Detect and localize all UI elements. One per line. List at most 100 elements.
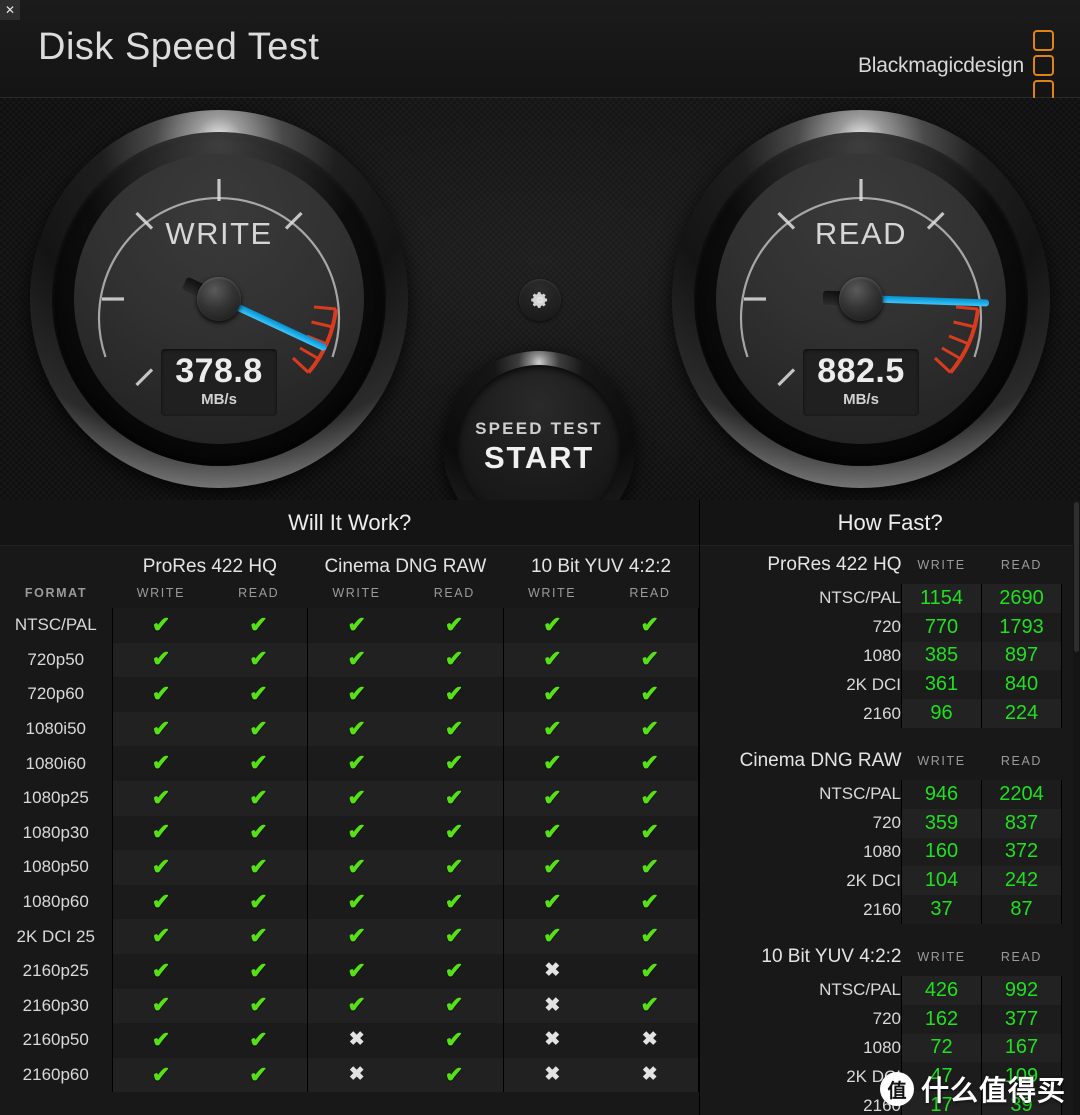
table-row: 2160p60 ✔ ✔ ✖ ✔ ✖ ✖ (0, 1057, 700, 1093)
table-row: 1080p60 ✔ ✔ ✔ ✔ ✔ ✔ (0, 884, 700, 920)
check-icon: ✔ (543, 715, 562, 741)
how-fast-write-value: 162 (901, 1004, 982, 1034)
format-label: 2K DCI 25 (16, 926, 95, 946)
scrollbar-thumb[interactable] (1074, 502, 1079, 652)
check-icon: ✔ (151, 923, 171, 949)
how-fast-format-label: 2K DCI (846, 674, 901, 694)
support-check-cell: ✔ (502, 711, 601, 747)
write-needle-hub (197, 277, 241, 321)
yuv-write-header: WRITE (527, 586, 577, 600)
support-check-cell: ✔ (405, 746, 504, 781)
how-fast-group-header: ProRes 422 HQ WRITE READ (718, 546, 1061, 584)
support-check-cell: ✔ (405, 988, 504, 1024)
will-it-work-panel: Will It Work? ProRes 422 HQ Cinema DNG R… (0, 500, 701, 1115)
how-fast-write-value: 104 (901, 866, 982, 896)
support-check-cell: ✔ (209, 815, 309, 851)
support-check-cell: ✔ (307, 953, 406, 989)
check-icon: ✔ (249, 784, 268, 810)
gear-icon (531, 292, 548, 308)
how-fast-tbody: ProRes 422 HQ WRITE READ NTSC/PAL 1154 2690 72… (718, 546, 1062, 1115)
support-check-cell: ✔ (209, 988, 309, 1024)
check-icon: ✔ (444, 923, 464, 949)
support-check-cell: ✔ (111, 815, 210, 851)
support-check-cell: ✔ (502, 884, 601, 920)
how-fast-read-value: 2690 (981, 584, 1062, 613)
write-readout: 378.8 MB/s (161, 349, 277, 416)
how-fast-write-value: 426 (901, 975, 982, 1005)
support-check-cell: ✔ (209, 608, 309, 643)
support-cross-cell: ✖ (502, 1057, 601, 1093)
check-icon: ✔ (249, 888, 268, 914)
disk-speed-test-window: ✕ Disk Speed Test Blackmagicdesign WRITE… (0, 0, 1080, 1115)
check-icon: ✔ (640, 750, 659, 776)
how-fast-read-value: 39 (981, 1091, 1062, 1115)
support-check-cell: ✔ (405, 953, 504, 989)
format-label: 720p50 (27, 649, 85, 669)
support-check-cell: ✔ (111, 850, 210, 885)
support-check-cell: ✔ (502, 746, 601, 781)
support-check-cell: ✔ (111, 884, 210, 920)
support-check-cell: ✔ (209, 953, 309, 989)
format-label: 2160p30 (22, 995, 89, 1015)
format-label: 1080p60 (22, 892, 89, 912)
check-icon: ✔ (640, 923, 659, 949)
check-icon: ✔ (347, 784, 366, 810)
check-icon: ✔ (543, 680, 562, 706)
support-check-cell: ✔ (405, 1023, 504, 1058)
read-unit: MB/s (843, 391, 879, 408)
table-row: 720p50 ✔ ✔ ✔ ✔ ✔ ✔ (0, 642, 700, 678)
check-icon: ✔ (640, 992, 659, 1018)
support-check-cell: ✔ (111, 988, 210, 1024)
how-fast-read-value: 224 (981, 699, 1062, 728)
table-row: 2160 17 39 (718, 1091, 1062, 1115)
how-fast-group-header: Cinema DNG RAW WRITE READ (718, 742, 1061, 780)
how-fast-title: How Fast? (700, 500, 1080, 546)
how-fast-read-value: 837 (981, 808, 1062, 838)
group-header-spacer (0, 546, 112, 578)
support-check-cell: ✔ (209, 677, 309, 712)
support-check-cell: ✔ (111, 1057, 210, 1093)
check-icon: ✔ (151, 611, 171, 637)
table-row: 1080i60 ✔ ✔ ✔ ✔ ✔ ✔ (0, 746, 700, 781)
check-icon: ✔ (249, 923, 268, 949)
support-check-cell: ✔ (405, 919, 504, 954)
format-label: 720p60 (27, 684, 85, 704)
check-icon: ✔ (151, 646, 171, 672)
check-icon: ✔ (347, 819, 366, 845)
check-icon: ✔ (151, 992, 171, 1018)
how-fast-format-label: 720 (872, 617, 901, 637)
check-icon: ✔ (249, 611, 268, 637)
how-fast-format-label: NTSC/PAL (819, 588, 901, 608)
check-icon: ✔ (151, 750, 171, 776)
check-icon: ✔ (543, 923, 562, 949)
support-check-cell: ✔ (307, 884, 406, 920)
check-icon: ✔ (444, 611, 464, 637)
settings-button[interactable] (519, 279, 561, 321)
check-icon: ✔ (347, 992, 366, 1018)
prores-read-header: READ (238, 586, 280, 600)
will-it-work-group-header-row: ProRes 422 HQ Cinema DNG RAW 10 Bit YUV … (0, 546, 699, 578)
check-icon: ✔ (543, 819, 562, 845)
close-window-button[interactable]: ✕ (0, 0, 20, 20)
support-cross-cell: ✖ (600, 1057, 700, 1093)
support-check-cell: ✔ (111, 711, 210, 747)
table-row: NTSC/PAL 946 2204 (718, 779, 1062, 809)
write-gauge-face: WRITE 378.8 MB/s (74, 154, 364, 444)
how-fast-write-value: 770 (901, 612, 982, 642)
how-fast-group-name: ProRes 422 HQ (767, 554, 902, 575)
check-icon: ✔ (249, 1061, 268, 1087)
how-fast-write-header: WRITE (917, 753, 966, 768)
how-fast-write-value: 160 (901, 837, 982, 867)
how-fast-format-label: 2160 (863, 703, 901, 723)
check-icon: ✔ (640, 784, 659, 810)
cross-icon: ✖ (348, 1029, 365, 1051)
results-scrollbar[interactable] (1073, 500, 1080, 1115)
support-check-cell: ✔ (502, 780, 601, 816)
support-cross-cell: ✖ (502, 988, 601, 1024)
check-icon: ✔ (151, 819, 171, 845)
check-icon: ✔ (640, 819, 659, 845)
cross-icon: ✖ (544, 1064, 561, 1086)
support-check-cell: ✔ (502, 815, 601, 851)
check-icon: ✔ (640, 611, 659, 637)
how-fast-write-value: 946 (901, 779, 982, 809)
